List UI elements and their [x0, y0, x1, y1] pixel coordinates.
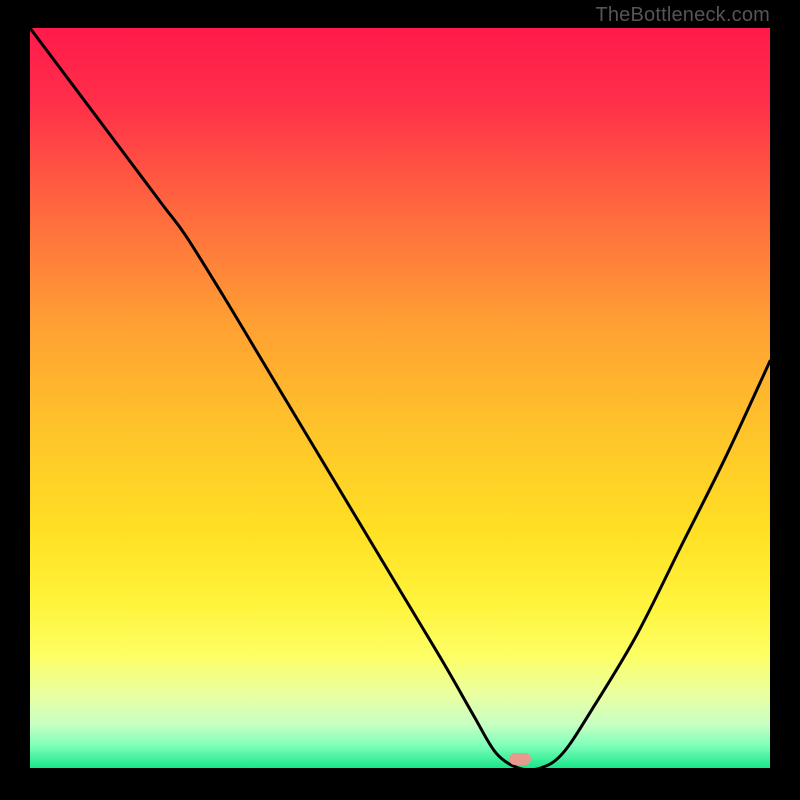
attribution-label: TheBottleneck.com: [595, 4, 770, 27]
plot-area: [30, 28, 770, 768]
optimum-marker: [509, 753, 531, 765]
chart-frame: TheBottleneck.com: [0, 0, 800, 800]
bottleneck-curve: [30, 28, 770, 768]
